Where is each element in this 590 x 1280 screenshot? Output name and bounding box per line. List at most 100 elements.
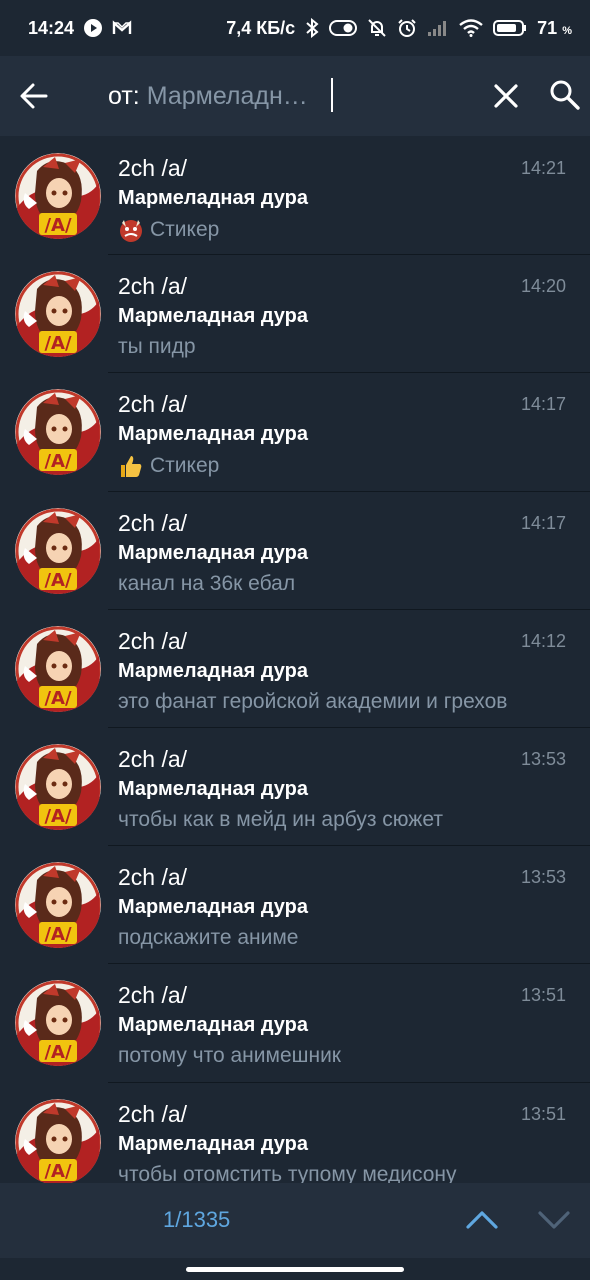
svg-text:/A/: /A/ (44, 1042, 72, 1063)
message-sender: Мармеладная дура (118, 896, 308, 919)
svg-text:/A/: /A/ (44, 924, 72, 945)
svg-text:/A/: /A/ (44, 215, 72, 236)
bluetooth-icon (305, 18, 319, 38)
search-result-item[interactable]: /A/ 2ch /a/ 13:53 Мармеладная дура подск… (0, 846, 590, 965)
message-text: ты пидр (118, 335, 196, 359)
message-preview: чтобы отомстить тупому медисону (118, 1163, 456, 1184)
svg-text:/A/: /A/ (44, 806, 72, 827)
alarm-icon (397, 18, 417, 38)
search-input[interactable]: от: Мармеладн… (108, 82, 308, 111)
message-time: 13:51 (520, 1103, 566, 1124)
message-text: чтобы отомстить тупому медисону (118, 1162, 457, 1184)
message-text: чтобы как в мейд ин арбуз сюжет (118, 807, 443, 831)
ogre-emoji-icon (120, 220, 142, 242)
message-preview: Стикер (118, 217, 219, 243)
svg-text:/A/: /A/ (44, 1161, 72, 1182)
results-navigation-bar: 1/1335 (0, 1183, 590, 1258)
chat-title: 2ch /a/ (118, 509, 188, 536)
message-sender: Мармеладная дура (118, 659, 308, 682)
chevron-up-icon (466, 1211, 498, 1229)
search-result-item[interactable]: /A/ 2ch /a/ 14:17 Мармеладная дура Стике… (0, 373, 590, 492)
battery-icon (493, 19, 527, 37)
search-button[interactable] (548, 78, 582, 112)
search-result-item[interactable]: /A/ 2ch /a/ 14:12 Мармеладная дура это ф… (0, 610, 590, 729)
network-speed: 7,4 КБ/с (226, 17, 296, 38)
chat-avatar: /A/ (15, 980, 101, 1067)
battery-percent-sign: % (562, 24, 572, 37)
message-time: 14:17 (520, 512, 566, 533)
search-result-item[interactable]: /A/ 2ch /a/ 13:51 Мармеладная дура потом… (0, 964, 590, 1083)
status-bar: 14:24 7,4 КБ/с 71 % (0, 0, 590, 56)
svg-text:/A/: /A/ (44, 451, 72, 472)
message-sender: Мармеладная дура (118, 423, 308, 446)
svg-text:/A/: /A/ (44, 570, 72, 591)
chat-title: 2ch /a/ (118, 391, 188, 418)
message-preview: потому что анимешник (118, 1044, 341, 1068)
chat-avatar: /A/ (15, 743, 101, 830)
message-text: канал на 36к ебал (118, 571, 296, 595)
search-result-item[interactable]: /A/ 2ch /a/ 13:53 Мармеладная дура чтобы… (0, 728, 590, 847)
search-header: от: Мармеладн… (0, 56, 590, 136)
message-preview: чтобы как в мейд ин арбуз сюжет (118, 808, 443, 832)
message-text: это фанат геройской академии и грехов (118, 689, 508, 713)
search-icon (550, 80, 580, 110)
search-sender-filter: Мармеладн… (146, 82, 308, 110)
arrow-left-icon (20, 83, 48, 109)
system-navigation-bar (0, 1258, 590, 1280)
results-counter: 1/1335 (163, 1207, 231, 1232)
message-sender: Мармеладная дура (118, 1014, 308, 1037)
message-sender: Мармеладная дура (118, 541, 308, 564)
home-indicator[interactable] (186, 1267, 404, 1272)
chat-title: 2ch /a/ (118, 864, 188, 891)
message-text: потому что анимешник (118, 1044, 341, 1068)
message-preview: ты пидр (118, 335, 196, 359)
message-preview: это фанат геройской академии и грехов (118, 690, 507, 714)
text-caret (331, 78, 333, 112)
play-icon (84, 19, 103, 37)
message-time: 14:20 (520, 276, 566, 297)
mail-m-icon (112, 20, 132, 36)
search-results-list: /A/ 2ch /a/ 14:21 Мармеладная дура Стике… (0, 137, 590, 1183)
message-time: 13:53 (520, 867, 566, 888)
chat-avatar: /A/ (15, 1098, 101, 1183)
message-sender: Мармеладная дура (118, 777, 308, 800)
message-time: 14:21 (520, 158, 566, 178)
message-preview: Стикер (118, 453, 219, 479)
signal-icon (427, 19, 449, 37)
chat-title: 2ch /a/ (118, 745, 188, 772)
thumbs-up-emoji-icon (121, 456, 142, 478)
chat-avatar: /A/ (15, 625, 101, 712)
message-text: подскажите аниме (118, 926, 299, 950)
back-button[interactable] (18, 80, 50, 112)
status-time: 14:24 (28, 17, 75, 38)
chevron-down-icon (538, 1211, 570, 1229)
search-prefix: от: (108, 82, 140, 110)
chat-avatar: /A/ (15, 153, 101, 239)
message-sender: Мармеладная дура (118, 305, 308, 328)
next-result-button[interactable] (536, 1205, 572, 1235)
message-preview: канал на 36к ебал (118, 572, 295, 596)
search-result-item[interactable]: /A/ 2ch /a/ 14:21 Мармеладная дура Стике… (0, 137, 590, 256)
search-result-item[interactable]: /A/ 2ch /a/ 13:51 Мармеладная дура чтобы… (0, 1083, 590, 1184)
message-sender: Мармеладная дура (118, 1132, 308, 1155)
wifi-icon (459, 19, 483, 37)
chat-title: 2ch /a/ (118, 273, 188, 300)
chat-title: 2ch /a/ (118, 627, 188, 654)
previous-result-button[interactable] (464, 1205, 500, 1235)
message-text: Стикер (150, 218, 220, 241)
svg-text:/A/: /A/ (44, 688, 72, 709)
message-time: 13:51 (520, 985, 566, 1006)
clear-search-button[interactable] (490, 80, 522, 112)
chat-title: 2ch /a/ (118, 982, 188, 1009)
message-text: Стикер (150, 454, 220, 478)
search-result-item[interactable]: /A/ 2ch /a/ 14:17 Мармеладная дура канал… (0, 492, 590, 610)
bell-muted-icon (367, 18, 387, 38)
chat-avatar: /A/ (15, 507, 101, 594)
message-time: 14:12 (520, 630, 566, 651)
search-result-item[interactable]: /A/ 2ch /a/ 14:20 Мармеладная дура ты пи… (0, 255, 590, 374)
battery-percent: 71 (537, 17, 558, 38)
close-icon (494, 84, 518, 108)
message-time: 13:53 (520, 748, 566, 769)
message-time: 14:17 (520, 394, 566, 415)
chat-title: 2ch /a/ (118, 155, 188, 181)
